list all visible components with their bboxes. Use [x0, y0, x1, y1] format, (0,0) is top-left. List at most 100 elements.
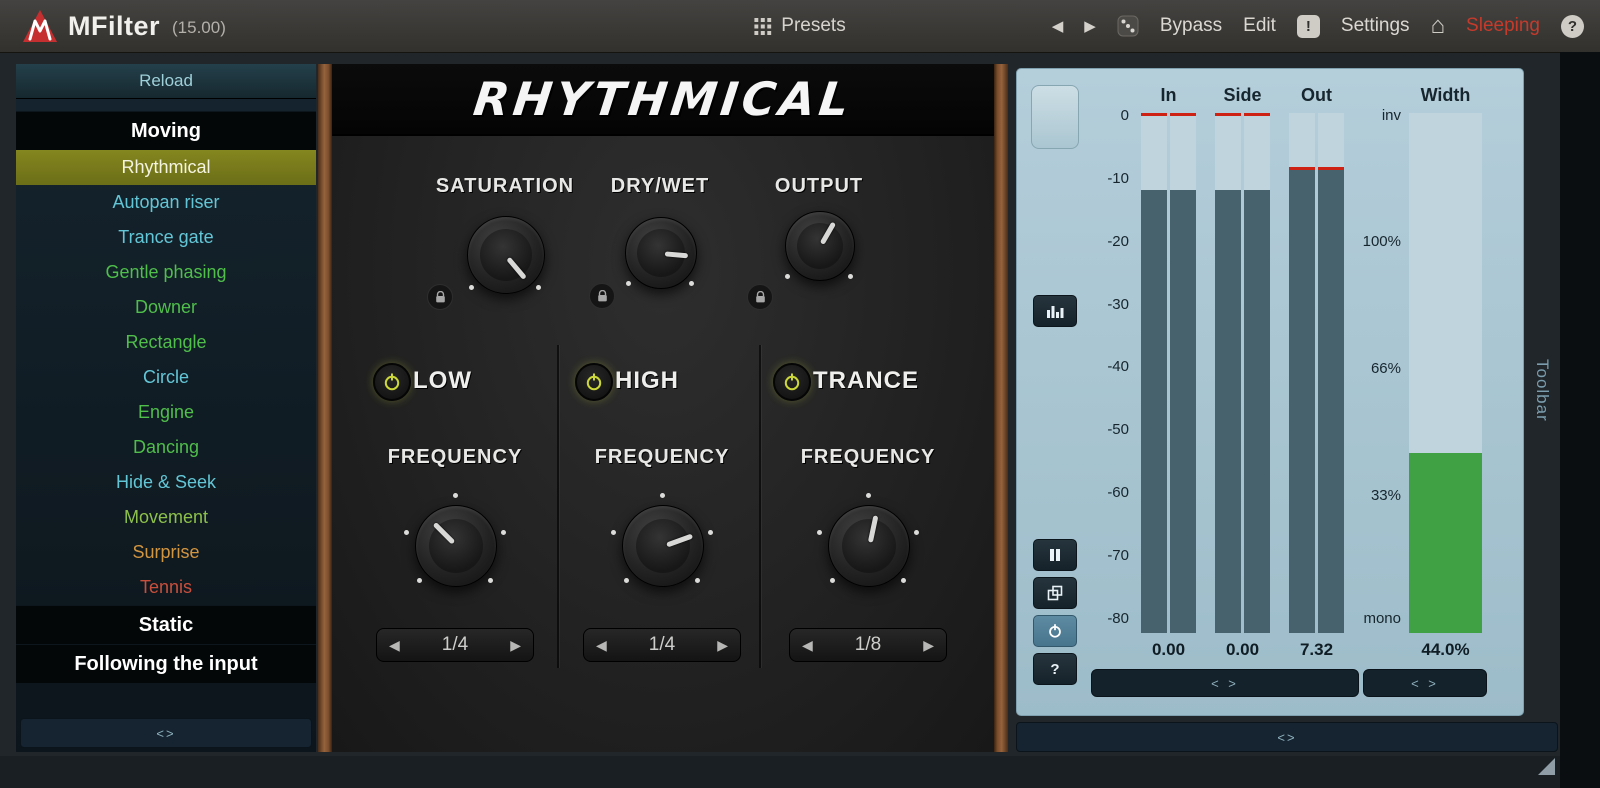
- width-tick-label: mono: [1337, 610, 1401, 627]
- lock-icon[interactable]: [589, 283, 615, 309]
- preset-item-rectangle[interactable]: Rectangle: [16, 325, 316, 360]
- next-preset-button[interactable]: ▶: [1084, 17, 1096, 35]
- db-tick-label: -80: [1071, 610, 1129, 627]
- stepper-next-arrow[interactable]: ▶: [510, 637, 521, 654]
- preset-item-circle[interactable]: Circle: [16, 360, 316, 395]
- preset-group-header-following-the-input[interactable]: Following the input: [16, 644, 316, 683]
- trance-frequency-knob[interactable]: [828, 505, 910, 587]
- meter-fill: [1141, 190, 1167, 633]
- peak-indicator: [1318, 167, 1344, 170]
- preset-item-tennis[interactable]: Tennis: [16, 570, 316, 605]
- preset-item-movement[interactable]: Movement: [16, 500, 316, 535]
- meter-bar[interactable]: [1244, 113, 1270, 633]
- meter-bar[interactable]: [1289, 113, 1315, 633]
- peak-indicator: [1289, 167, 1315, 170]
- output-knob[interactable]: [785, 211, 855, 281]
- high-frequency-knob[interactable]: [622, 505, 704, 587]
- pause-icon: [1049, 548, 1061, 562]
- previous-preset-button[interactable]: ◀: [1052, 17, 1064, 35]
- home-icon[interactable]: ⌂: [1431, 14, 1446, 38]
- peak-indicator: [1170, 113, 1196, 116]
- toolbar-tab[interactable]: Toolbar: [1526, 64, 1558, 716]
- meter-bar[interactable]: [1141, 113, 1167, 633]
- meter-value[interactable]: 0.00: [1129, 640, 1208, 660]
- knob-pointer-line: [432, 522, 455, 545]
- db-tick-label: -20: [1071, 233, 1129, 250]
- low-rate-stepper[interactable]: ◀ 1/4 ▶: [376, 628, 534, 662]
- knob-tick-dot: [417, 578, 422, 583]
- stepper-prev-arrow[interactable]: ◀: [389, 637, 400, 654]
- alert-icon[interactable]: !: [1297, 15, 1320, 38]
- stepper-value[interactable]: 1/4: [442, 634, 468, 656]
- meter-fill: [1244, 190, 1270, 633]
- preset-item-hide-seek[interactable]: Hide & Seek: [16, 465, 316, 500]
- width-value[interactable]: 44.0%: [1397, 640, 1494, 660]
- bypass-button[interactable]: Bypass: [1160, 15, 1222, 37]
- preset-item-rhythmical[interactable]: Rhythmical: [16, 150, 316, 185]
- meter-scrollbar[interactable]: < >: [1091, 669, 1359, 697]
- settings-button[interactable]: Settings: [1341, 15, 1410, 37]
- preset-item-gentle-phasing[interactable]: Gentle phasing: [16, 255, 316, 290]
- stepper-value[interactable]: 1/8: [855, 634, 881, 656]
- meter-column-header: Out: [1277, 85, 1356, 106]
- lock-icon[interactable]: [427, 284, 453, 310]
- preset-item-autopan-riser[interactable]: Autopan riser: [16, 185, 316, 220]
- edit-button[interactable]: Edit: [1243, 15, 1276, 37]
- db-tick-label: -60: [1071, 484, 1129, 501]
- knob-tick-dot: [501, 530, 506, 535]
- presets-button[interactable]: Presets: [754, 15, 845, 37]
- stepper-next-arrow[interactable]: ▶: [923, 637, 934, 654]
- knob-tick-dot: [611, 530, 616, 535]
- meter-column-header: In: [1129, 85, 1208, 106]
- sidebar-scrollbar[interactable]: <>: [20, 718, 312, 748]
- preset-item-surprise[interactable]: Surprise: [16, 535, 316, 570]
- meter-help-button[interactable]: ?: [1033, 653, 1077, 685]
- routing-button[interactable]: [1033, 577, 1077, 609]
- sleeping-indicator[interactable]: Sleeping: [1466, 15, 1540, 37]
- saturation-label: SATURATION: [436, 175, 574, 198]
- db-tick-label: 0: [1071, 107, 1129, 124]
- random-preset-dice-icon[interactable]: [1117, 15, 1139, 37]
- preset-group-header-static[interactable]: Static: [16, 605, 316, 644]
- knob-tick-dot: [830, 578, 835, 583]
- resize-handle[interactable]: [1538, 758, 1555, 775]
- help-icon[interactable]: ?: [1561, 15, 1584, 38]
- preset-item-dancing[interactable]: Dancing: [16, 430, 316, 465]
- stepper-prev-arrow[interactable]: ◀: [596, 637, 607, 654]
- low-power-button[interactable]: [373, 363, 411, 401]
- dry-wet-knob[interactable]: [625, 217, 697, 289]
- low-frequency-knob[interactable]: [415, 505, 497, 587]
- dry-wet-label: DRY/WET: [611, 175, 709, 198]
- stepper-value[interactable]: 1/4: [649, 634, 675, 656]
- saturation-knob[interactable]: [467, 216, 545, 294]
- trance-rate-stepper[interactable]: ◀ 1/8 ▶: [789, 628, 947, 662]
- meter-column-header: Side: [1203, 85, 1282, 106]
- meter-value[interactable]: 7.32: [1277, 640, 1356, 660]
- preset-item-trance-gate[interactable]: Trance gate: [16, 220, 316, 255]
- preset-sidebar: Reload MovingRhythmicalAutopan riserTran…: [16, 64, 316, 752]
- meter-value[interactable]: 0.00: [1203, 640, 1282, 660]
- knob-tick-dot: [817, 530, 822, 535]
- stepper-prev-arrow[interactable]: ◀: [802, 637, 813, 654]
- high-power-button[interactable]: [575, 363, 613, 401]
- meter-bar[interactable]: [1170, 113, 1196, 633]
- width-scrollbar[interactable]: < >: [1363, 669, 1487, 697]
- mfilter-window: MFilter (15.00) Presets ◀ ▶ Bypass Edit …: [0, 0, 1600, 788]
- bottom-scrollbar[interactable]: <>: [1016, 722, 1558, 752]
- right-edge: [1560, 52, 1600, 788]
- reload-button[interactable]: Reload: [16, 64, 316, 99]
- device-panel: RHYTHMICAL SATURATIONDRY/WETOUTPUT LOWFR…: [318, 64, 1008, 752]
- preset-item-downer[interactable]: Downer: [16, 290, 316, 325]
- preset-item-engine[interactable]: Engine: [16, 395, 316, 430]
- knob-pointer: [623, 215, 699, 291]
- trance-power-button[interactable]: [773, 363, 811, 401]
- lock-icon[interactable]: [747, 284, 773, 310]
- knob-tick-dot: [914, 530, 919, 535]
- high-rate-stepper[interactable]: ◀ 1/4 ▶: [583, 628, 741, 662]
- preset-group-header-moving[interactable]: Moving: [16, 111, 316, 150]
- meter-bar[interactable]: [1215, 113, 1241, 633]
- plugin-title: MFilter: [68, 11, 160, 42]
- knob-tick-dot: [660, 493, 665, 498]
- stepper-next-arrow[interactable]: ▶: [717, 637, 728, 654]
- width-bar[interactable]: [1409, 113, 1482, 633]
